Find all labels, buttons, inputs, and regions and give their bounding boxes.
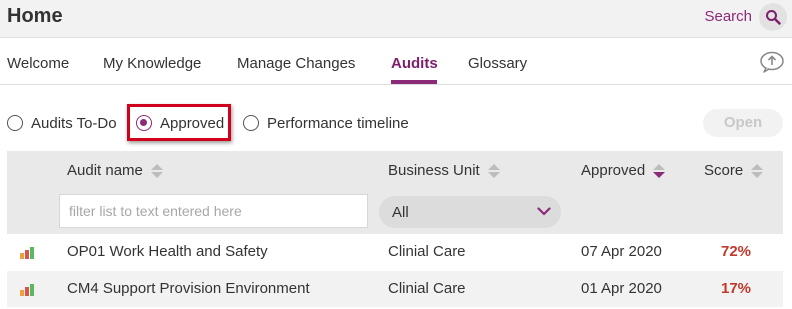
sort-icon[interactable] — [751, 163, 764, 178]
sort-icon[interactable] — [150, 163, 163, 178]
business-unit: Clinial Care — [388, 280, 466, 297]
sort-icon[interactable] — [487, 163, 500, 178]
search-icon — [766, 10, 781, 25]
table-header: Audit name Business Unit Approved Score … — [7, 151, 783, 235]
open-button[interactable]: Open — [703, 109, 783, 137]
business-unit-select[interactable]: All — [379, 196, 561, 228]
radio-button[interactable] — [243, 115, 259, 131]
table-row[interactable]: CM4 Support Provision Environment Clinia… — [7, 271, 783, 307]
search-button[interactable] — [759, 3, 787, 31]
radio-label: Performance timeline — [267, 114, 409, 132]
main-tabs: Welcome My Knowledge Manage Changes Audi… — [0, 39, 792, 85]
business-unit-value: All — [392, 204, 409, 221]
score: 17% — [720, 280, 752, 297]
column-header-business-unit[interactable]: Business Unit — [388, 162, 500, 179]
approved-date: 01 Apr 2020 — [581, 280, 662, 297]
table-row[interactable]: OP01 Work Health and Safety Clinial Care… — [7, 234, 783, 270]
column-header-score[interactable]: Score — [704, 162, 764, 179]
search-link[interactable]: Search — [704, 8, 752, 25]
page-title: Home — [7, 5, 63, 27]
tab-my-knowledge[interactable]: My Knowledge — [103, 55, 201, 72]
tab-audits[interactable]: Audits — [391, 55, 438, 72]
active-tab-indicator — [391, 80, 437, 84]
column-header-audit-name[interactable]: Audit name — [67, 162, 163, 179]
tab-manage-changes[interactable]: Manage Changes — [237, 55, 355, 72]
radio-audits-to-do[interactable]: Audits To-Do — [7, 108, 117, 138]
tab-glossary[interactable]: Glossary — [468, 55, 527, 72]
bar-chart-icon — [20, 284, 34, 296]
tab-welcome[interactable]: Welcome — [7, 55, 69, 72]
column-header-approved[interactable]: Approved — [581, 162, 666, 179]
highlight-box — [127, 104, 231, 141]
app-header: Home Search — [0, 0, 792, 38]
score: 72% — [720, 243, 752, 260]
upload-icon[interactable] — [759, 51, 785, 73]
filter-input[interactable] — [59, 194, 368, 228]
audit-name: CM4 Support Provision Environment — [67, 280, 310, 297]
radio-label: Audits To-Do — [31, 114, 117, 132]
radio-performance-timeline[interactable]: Performance timeline — [243, 108, 409, 138]
sort-icon[interactable] — [653, 163, 666, 178]
audit-name: OP01 Work Health and Safety — [67, 243, 268, 260]
approved-date: 07 Apr 2020 — [581, 243, 662, 260]
business-unit: Clinial Care — [388, 243, 466, 260]
view-options: Audits To-Do Approved Performance timeli… — [0, 108, 792, 138]
bar-chart-icon — [20, 247, 34, 259]
radio-button[interactable] — [7, 115, 23, 131]
chevron-down-icon — [537, 207, 551, 216]
